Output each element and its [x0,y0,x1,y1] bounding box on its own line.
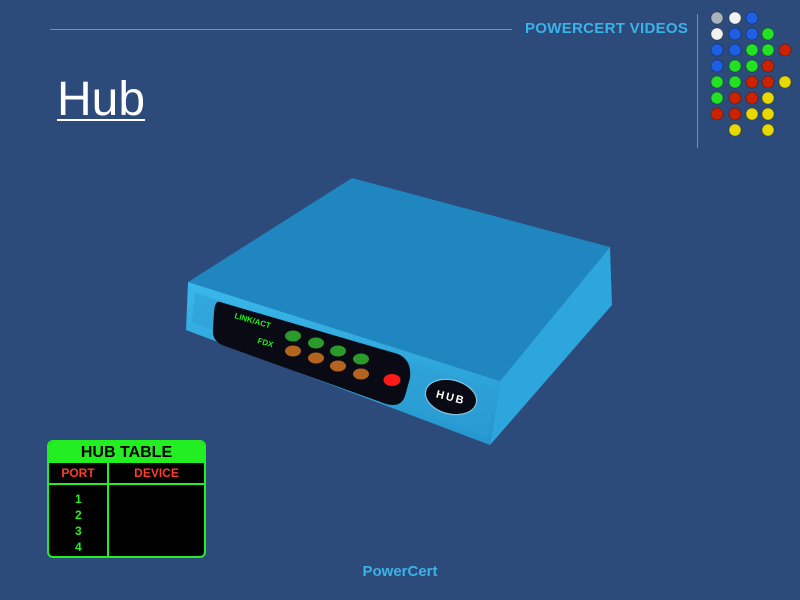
hub-table-header: PORT DEVICE [49,463,204,485]
link-led [308,337,324,349]
footer-brand: PowerCert [362,563,438,580]
link-led [285,330,301,342]
fdx-led [330,360,346,372]
port-number: 1 [75,492,82,506]
port-number: 4 [75,540,82,554]
fdx-led [353,368,369,380]
port-number: 3 [75,524,82,538]
hub-table: HUB TABLE PORT DEVICE 1 2 3 4 [47,440,206,558]
power-led [383,374,401,386]
link-led [330,345,346,357]
hub-table-title: HUB TABLE [49,442,204,463]
port-column-header: PORT [49,463,109,483]
fdx-led [308,352,324,364]
hub-table-body: 1 2 3 4 [49,485,204,556]
device-list [109,485,204,556]
link-led [353,353,369,365]
port-list: 1 2 3 4 [49,485,109,556]
device-column-header: DEVICE [134,466,179,480]
fdx-led [285,345,301,357]
port-number: 2 [75,508,82,522]
